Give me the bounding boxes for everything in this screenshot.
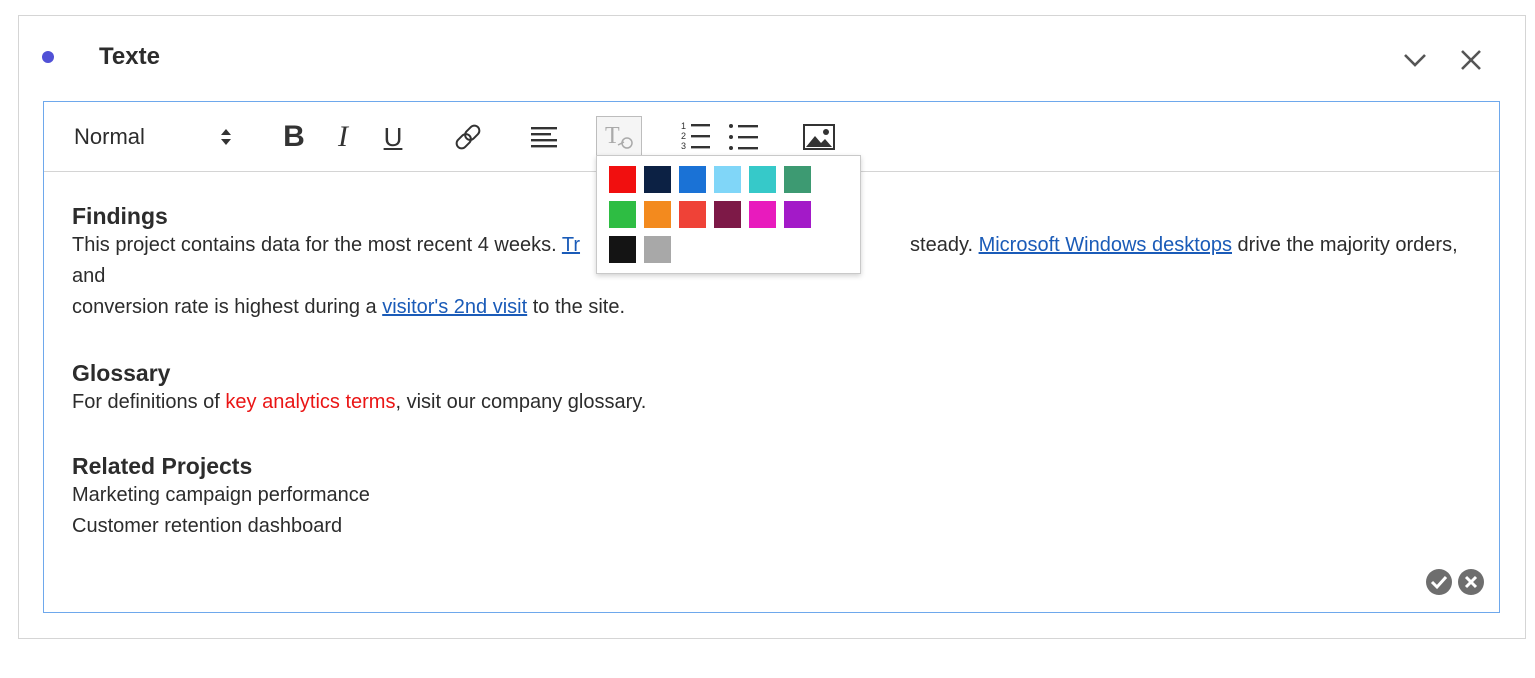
editor-actions (1425, 568, 1485, 596)
findings-text: steady. (910, 234, 979, 256)
close-icon (1461, 50, 1481, 70)
related-project-item: Marketing campaign performance (72, 484, 370, 506)
text-panel: Texte Normal B I U T 1 2 3 Findings This… (18, 15, 1526, 639)
underline-button[interactable]: U (378, 119, 408, 155)
insert-image-button[interactable] (800, 119, 838, 155)
svg-text:3: 3 (681, 141, 686, 151)
glossary-text: For definitions of (72, 391, 226, 413)
cancel-circle-icon[interactable] (1457, 568, 1485, 596)
color-swatch[interactable] (644, 236, 671, 263)
chevron-down-icon (1404, 54, 1426, 67)
ordered-list-icon: 1 2 3 (681, 121, 710, 151)
glossary-paragraph: For definitions of key analytics terms, … (72, 387, 1482, 418)
color-swatch[interactable] (784, 201, 811, 228)
checkmark-circle-icon[interactable] (1425, 568, 1453, 596)
color-swatch[interactable] (609, 236, 636, 263)
color-swatch[interactable] (714, 166, 741, 193)
glossary-heading: Glossary (72, 360, 171, 386)
svg-text:2: 2 (681, 131, 686, 141)
color-swatch[interactable] (784, 166, 811, 193)
link-icon (455, 124, 481, 150)
color-swatch[interactable] (714, 201, 741, 228)
findings-text: to the site. (527, 296, 626, 318)
unordered-list-icon (729, 124, 758, 150)
svg-text:1: 1 (681, 121, 686, 131)
format-select[interactable]: Normal (74, 122, 238, 152)
second-visit-link[interactable]: visitor's 2nd visit (382, 296, 527, 318)
text-color-icon: T (605, 123, 633, 149)
bold-button[interactable]: B (278, 119, 310, 155)
color-swatch[interactable] (609, 166, 636, 193)
format-select-value: Normal (74, 124, 145, 149)
align-left-icon (531, 127, 557, 148)
image-icon (803, 124, 835, 150)
related-projects-heading: Related Projects (72, 453, 253, 479)
status-dot (42, 51, 54, 63)
select-arrows-icon (221, 129, 231, 145)
findings-link-truncated[interactable]: Tr (562, 234, 580, 256)
color-swatch[interactable] (609, 201, 636, 228)
collapse-button[interactable] (1399, 44, 1431, 76)
related-project-item: Customer retention dashboard (72, 515, 343, 537)
text-color-button[interactable]: T (596, 116, 642, 156)
glossary-text: , visit our company glossary. (395, 391, 647, 413)
link-button[interactable] (448, 119, 488, 155)
ordered-list-button[interactable]: 1 2 3 (678, 119, 714, 155)
color-swatch[interactable] (749, 201, 776, 228)
findings-text: This project contains data for the most … (72, 234, 562, 256)
color-swatch[interactable] (644, 166, 671, 193)
svg-text:T: T (605, 123, 620, 149)
align-button[interactable] (526, 119, 562, 155)
color-swatch[interactable] (679, 166, 706, 193)
color-swatch[interactable] (679, 201, 706, 228)
color-palette-popover (596, 155, 861, 274)
findings-text: conversion rate is highest during a (72, 296, 383, 318)
panel-title: Texte (99, 43, 160, 70)
windows-desktops-link[interactable]: Microsoft Windows desktops (979, 234, 1232, 256)
unordered-list-button[interactable] (726, 119, 762, 155)
italic-button[interactable]: I (328, 119, 358, 155)
color-swatch[interactable] (749, 166, 776, 193)
close-button[interactable] (1455, 44, 1487, 76)
highlighted-terms: key analytics terms (225, 391, 396, 413)
color-swatch[interactable] (644, 201, 671, 228)
